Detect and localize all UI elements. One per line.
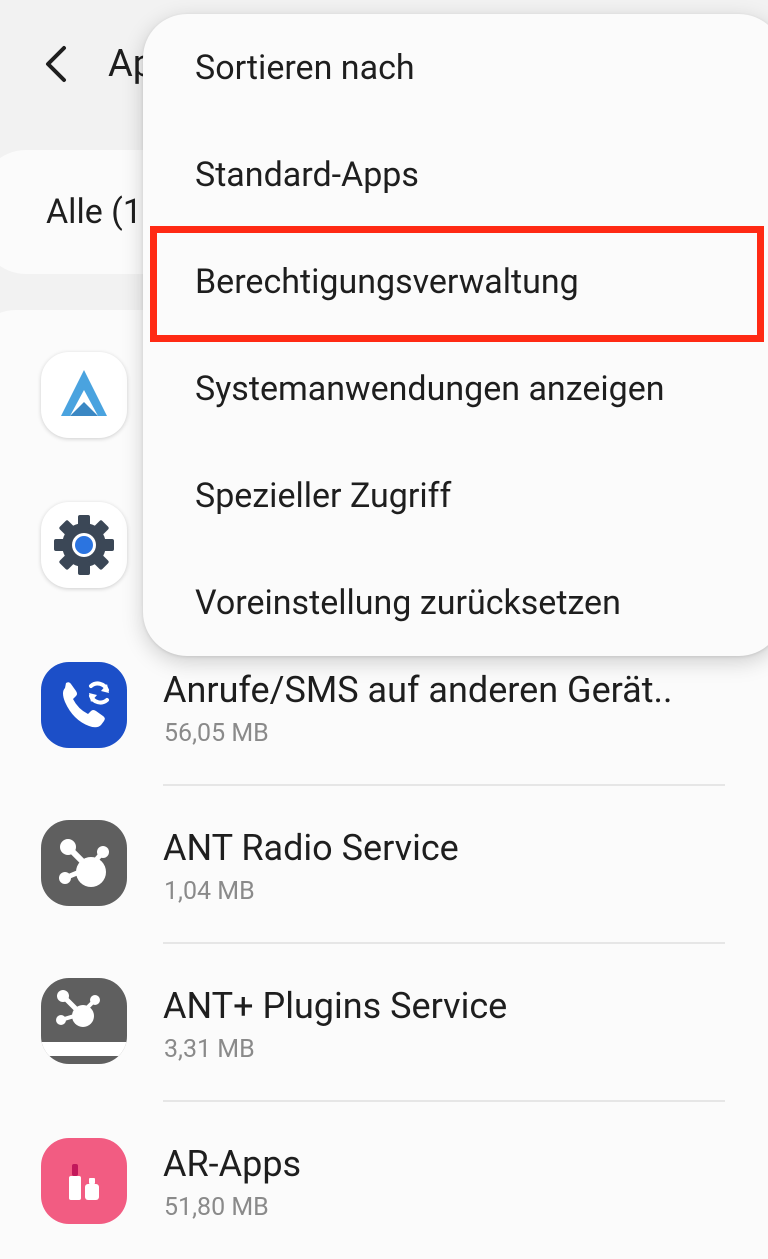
overflow-menu: Sortieren nach Standard-Apps Berechtigun… bbox=[143, 14, 768, 656]
menu-item-special-access[interactable]: Spezieller Zugriff bbox=[143, 442, 768, 549]
list-item-ar-apps[interactable]: AR-Apps 51,80 MB bbox=[0, 1100, 768, 1258]
menu-item-label: Voreinstellung zurücksetzen bbox=[195, 583, 621, 623]
app-size: 1,04 MB bbox=[164, 877, 255, 906]
menu-item-permission-manager[interactable]: Berechtigungsverwaltung bbox=[143, 228, 768, 335]
menu-item-label: Systemanwendungen anzeigen bbox=[195, 369, 665, 409]
menu-item-reset-preferences[interactable]: Voreinstellung zurücksetzen bbox=[143, 549, 768, 656]
settings-gear-icon bbox=[41, 502, 127, 588]
menu-item-label: Standard-Apps bbox=[195, 155, 419, 195]
list-item-ant-plus-plugins-service[interactable]: ANT+ Plugins Service 3,31 MB bbox=[0, 942, 768, 1100]
filter-label: Alle (1 bbox=[46, 192, 142, 232]
ant-radio-icon bbox=[41, 820, 127, 906]
app-name: AR-Apps bbox=[163, 1143, 302, 1185]
menu-item-default-apps[interactable]: Standard-Apps bbox=[143, 121, 768, 228]
menu-item-show-system-apps[interactable]: Systemanwendungen anzeigen bbox=[143, 335, 768, 442]
chevron-left-icon bbox=[46, 46, 66, 82]
back-button[interactable] bbox=[30, 36, 86, 92]
call-sync-icon bbox=[41, 662, 127, 748]
list-item-ant-radio-service[interactable]: ANT Radio Service 1,04 MB bbox=[0, 784, 768, 942]
menu-item-label: Sortieren nach bbox=[195, 48, 415, 88]
menu-item-label: Berechtigungsverwaltung bbox=[195, 262, 579, 302]
app-size: 56,05 MB bbox=[164, 719, 269, 748]
app-size: 3,31 MB bbox=[164, 1035, 255, 1064]
app-name: Anrufe/SMS auf anderen Gerät.. bbox=[163, 669, 673, 711]
app-size: 51,80 MB bbox=[164, 1193, 269, 1222]
menu-item-label: Spezieller Zugriff bbox=[195, 476, 452, 516]
app-settings-screen: Apps Alle (1 bbox=[0, 0, 768, 1259]
menu-item-sort-by[interactable]: Sortieren nach bbox=[143, 14, 768, 121]
ant-plus-icon bbox=[41, 978, 127, 1064]
app-name: ANT Radio Service bbox=[163, 827, 459, 869]
android-auto-icon bbox=[41, 352, 127, 438]
app-name: ANT+ Plugins Service bbox=[163, 985, 508, 1027]
ar-apps-icon bbox=[41, 1138, 127, 1224]
